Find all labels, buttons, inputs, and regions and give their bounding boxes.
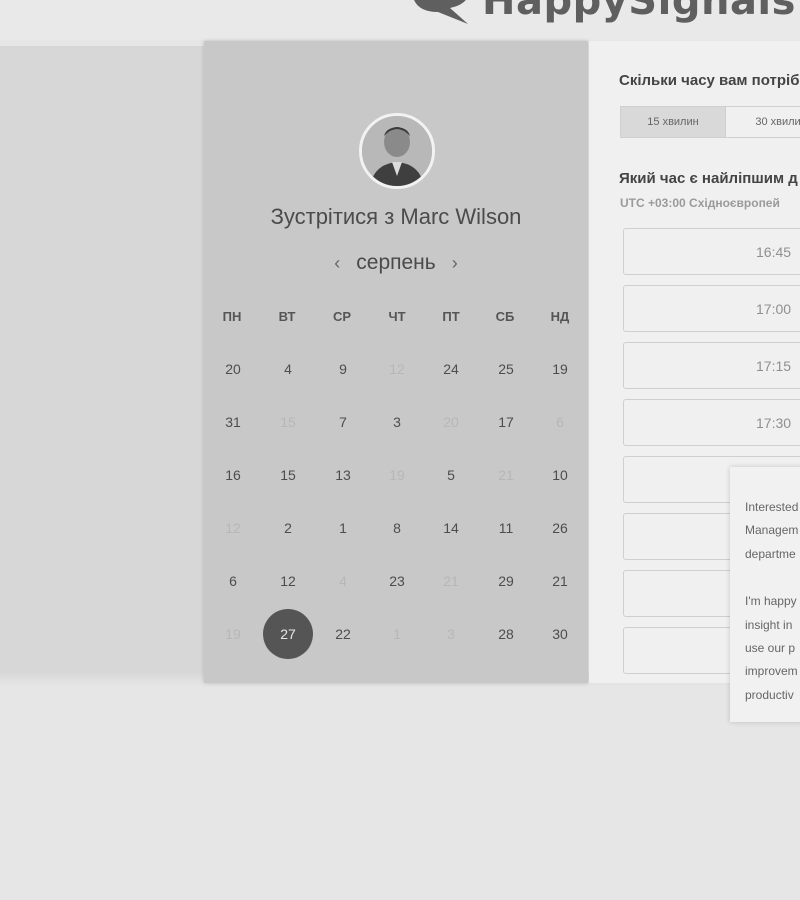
calendar-day[interactable]: 9 bbox=[318, 344, 368, 394]
time-slot[interactable]: 17:00 bbox=[623, 285, 800, 332]
calendar-day[interactable]: 23 bbox=[372, 556, 422, 606]
calendar-day[interactable]: 21 bbox=[535, 556, 585, 606]
time-slot-label: 16:45 bbox=[756, 244, 792, 260]
calendar-day[interactable]: 14 bbox=[426, 503, 476, 553]
calendar-day[interactable]: 5 bbox=[426, 450, 476, 500]
calendar-day[interactable]: 1 bbox=[318, 503, 368, 553]
time-slot-label: 17:00 bbox=[756, 301, 792, 317]
calendar-day[interactable]: 6 bbox=[208, 556, 258, 606]
backdrop-strip bbox=[0, 46, 205, 673]
popup-text: insight in bbox=[745, 618, 793, 632]
duration-30-button[interactable]: 30 хвили bbox=[726, 106, 800, 138]
timezone-label: UTC +03:00 Східноєвропей bbox=[620, 196, 780, 210]
popup-text: departme bbox=[745, 547, 796, 561]
calendar-day[interactable]: 2 bbox=[263, 503, 313, 553]
calendar-day-disabled: 15 bbox=[280, 414, 296, 430]
calendar-day[interactable]: 26 bbox=[535, 503, 585, 553]
month-label: серпень bbox=[356, 251, 436, 274]
calendar-day-disabled: 21 bbox=[498, 467, 514, 483]
avatar bbox=[359, 113, 435, 189]
calendar-day[interactable]: 31 bbox=[208, 397, 258, 447]
weekday-header: ЧТ bbox=[388, 309, 406, 324]
calendar-day[interactable]: 20 bbox=[208, 344, 258, 394]
popup-text: Managem bbox=[745, 523, 799, 537]
duration-question: Скільки часу вам потріб bbox=[619, 72, 800, 89]
calendar-day[interactable]: 7 bbox=[318, 397, 368, 447]
chevron-right-icon[interactable]: › bbox=[452, 253, 458, 274]
logo-mark-icon bbox=[410, 0, 472, 24]
calendar-day[interactable]: 25 bbox=[481, 344, 531, 394]
popup-text: Interested bbox=[745, 500, 799, 514]
time-slot[interactable]: 17:15 bbox=[623, 342, 800, 389]
calendar-day[interactable]: 19 bbox=[535, 344, 585, 394]
popup-text: productiv bbox=[745, 688, 794, 702]
duration-selector: 15 хвилин 30 хвили bbox=[620, 106, 800, 138]
weekday-header: ПТ bbox=[442, 309, 460, 324]
calendar-day[interactable]: 15 bbox=[263, 450, 313, 500]
top-header: HappySignals bbox=[0, 0, 800, 40]
weekday-header: СР bbox=[332, 309, 352, 324]
calendar-day[interactable]: 17 bbox=[481, 397, 531, 447]
weekday-header: НД bbox=[550, 309, 570, 324]
popup-text: use our p bbox=[745, 641, 796, 655]
meeting-title: Зустрітися з Marc Wilson bbox=[270, 204, 522, 229]
calendar-day[interactable]: 12 bbox=[263, 556, 313, 606]
calendar-day-disabled: 19 bbox=[389, 467, 405, 483]
happysignals-logo[interactable]: HappySignals bbox=[410, 0, 796, 24]
time-slot[interactable]: 17:30 bbox=[623, 399, 800, 446]
calendar-day[interactable]: 8 bbox=[372, 503, 422, 553]
calendar-day[interactable]: 30 bbox=[535, 609, 585, 659]
time-slot-label: 17:30 bbox=[756, 415, 792, 431]
calendar-day[interactable]: 11 bbox=[481, 503, 531, 553]
calendar-day-disabled: 20 bbox=[443, 414, 459, 430]
calendar-day[interactable]: 29 bbox=[481, 556, 531, 606]
calendar-day[interactable]: 28 bbox=[481, 609, 531, 659]
month-navigator: ‹ серпень › bbox=[204, 251, 588, 275]
calendar-day-disabled: 6 bbox=[556, 414, 564, 430]
calendar-day-disabled: 21 bbox=[443, 573, 459, 589]
calendar-day-disabled: 12 bbox=[389, 361, 405, 377]
time-slot[interactable]: 16:45 bbox=[623, 228, 800, 275]
weekday-header: ВТ bbox=[278, 309, 296, 324]
calendar-day[interactable]: 24 bbox=[426, 344, 476, 394]
calendar-day[interactable]: 3 bbox=[372, 397, 422, 447]
chat-popup[interactable]: Interested Managem departme I'm happy in… bbox=[730, 467, 800, 722]
calendar-day-selected[interactable]: 27 bbox=[263, 609, 313, 659]
calendar-day[interactable]: 4 bbox=[263, 344, 313, 394]
weekday-header: СБ bbox=[495, 309, 515, 324]
popup-text: improvem bbox=[745, 664, 798, 678]
calendar-day-disabled: 12 bbox=[225, 520, 241, 536]
calendar-day[interactable]: 13 bbox=[318, 450, 368, 500]
time-question: Який час є найліпшим д bbox=[619, 170, 798, 187]
calendar-day[interactable]: 22 bbox=[318, 609, 368, 659]
calendar-day-disabled: 19 bbox=[225, 626, 241, 642]
duration-15-button[interactable]: 15 хвилин bbox=[620, 106, 726, 138]
calendar-day-disabled: 1 bbox=[393, 626, 401, 642]
calendar-day-disabled: 4 bbox=[339, 573, 347, 589]
calendar-day[interactable]: 16 bbox=[208, 450, 258, 500]
popup-text: I'm happy bbox=[745, 594, 797, 608]
calendar-panel: Зустрітися з Marc Wilson ‹ серпень › ПН … bbox=[204, 41, 588, 683]
logo-text: HappySignals bbox=[482, 0, 796, 24]
time-slot-label: 17:15 bbox=[756, 358, 792, 374]
calendar-day-disabled: 3 bbox=[447, 626, 455, 642]
calendar-day[interactable]: 10 bbox=[535, 450, 585, 500]
chevron-left-icon[interactable]: ‹ bbox=[334, 253, 340, 274]
weekday-header: ПН bbox=[222, 309, 242, 324]
